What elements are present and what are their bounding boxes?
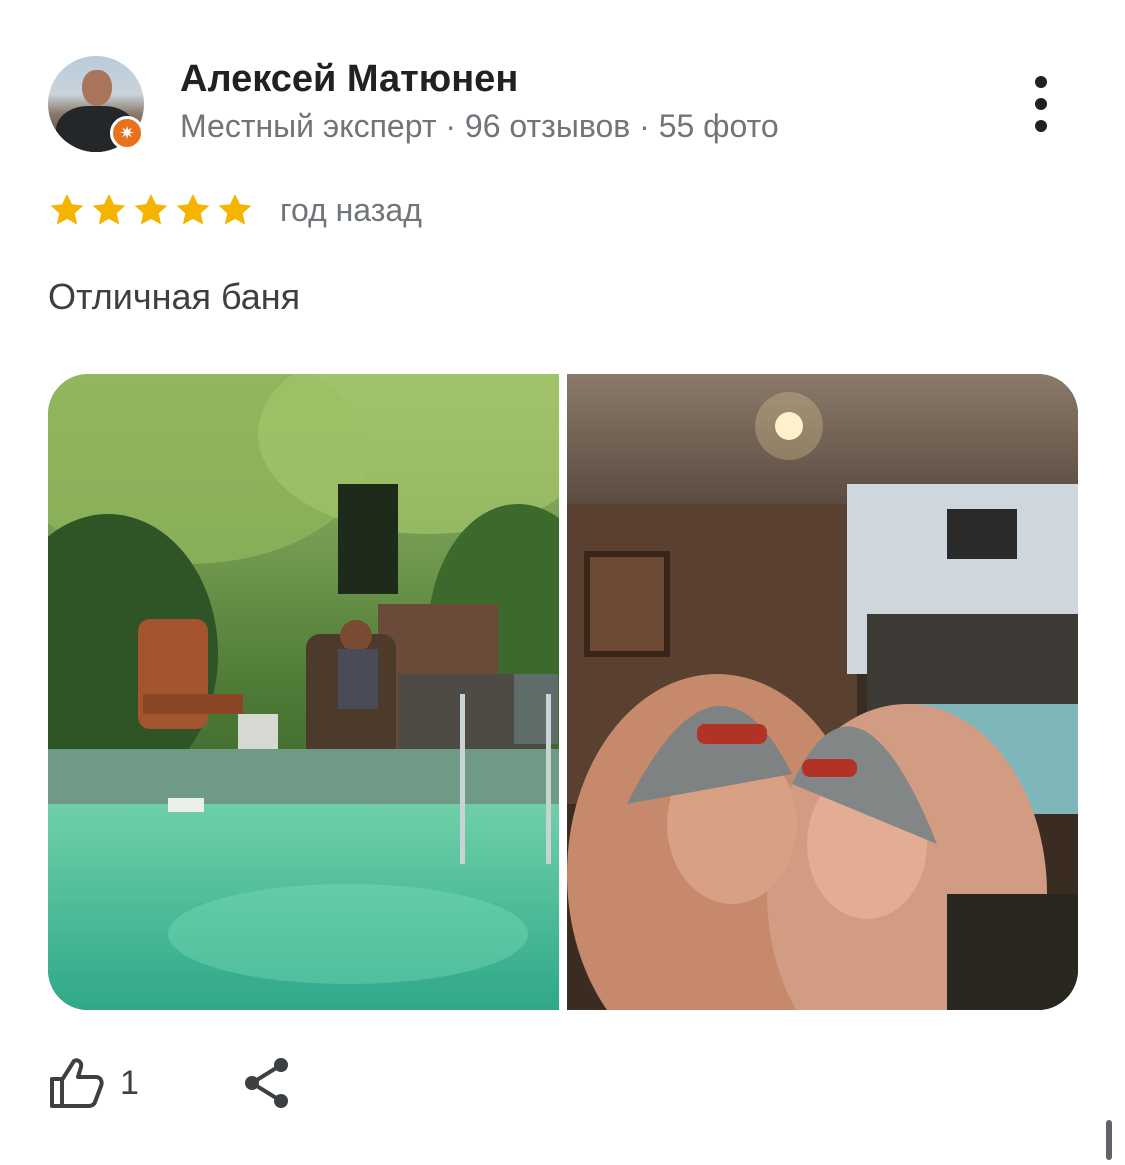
author-meta: Местный эксперт · 96 отзывов · 55 фото bbox=[180, 108, 779, 144]
author-avatar[interactable]: ✷ bbox=[48, 56, 144, 152]
pool-garden-photo[interactable] bbox=[48, 374, 559, 1010]
rating-row: год назад bbox=[48, 188, 422, 232]
star-rating bbox=[48, 191, 254, 229]
star-icon bbox=[134, 193, 168, 225]
local-guide-badge-icon: ✷ bbox=[110, 116, 144, 150]
more-dot-icon bbox=[1035, 120, 1047, 132]
sauna-selfie-photo[interactable] bbox=[567, 374, 1078, 1010]
review-text: Отличная баня bbox=[48, 276, 301, 317]
scrollbar[interactable] bbox=[1106, 1120, 1112, 1160]
star-icon bbox=[92, 193, 126, 225]
more-dot-icon bbox=[1035, 76, 1047, 88]
star-icon bbox=[50, 193, 84, 225]
review-actions: 1 bbox=[48, 1048, 291, 1118]
author-name[interactable]: Алексей Матюнен bbox=[180, 58, 518, 101]
like-count: 1 bbox=[120, 1063, 139, 1102]
review-time: год назад bbox=[280, 191, 422, 228]
like-button[interactable]: 1 bbox=[48, 1057, 139, 1109]
star-icon bbox=[218, 193, 252, 225]
share-icon bbox=[244, 1058, 288, 1108]
more-dot-icon bbox=[1035, 98, 1047, 110]
review-photos bbox=[48, 374, 1078, 1010]
share-button[interactable] bbox=[243, 1057, 291, 1109]
star-icon bbox=[176, 193, 210, 225]
thumbs-up-icon bbox=[50, 1058, 104, 1108]
more-options-button[interactable] bbox=[1020, 76, 1062, 132]
